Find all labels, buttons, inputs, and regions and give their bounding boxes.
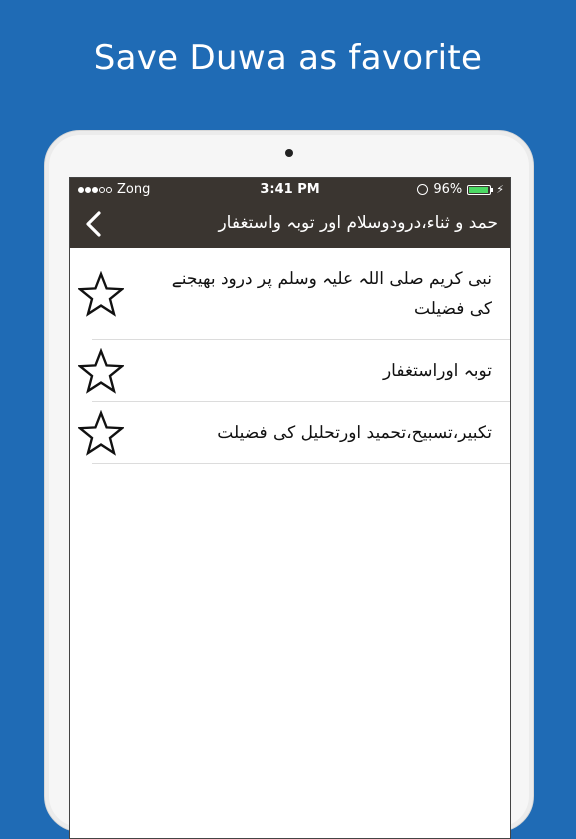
duwa-list: نبی کریم صلی اللہ علیہ وسلم پر درود بھیج… <box>70 248 510 464</box>
status-right: 96% ⚡ <box>417 182 504 197</box>
battery-percent: 96% <box>433 182 463 197</box>
list-item[interactable]: توبہ اوراستغفار <box>70 340 510 402</box>
row-divider <box>92 463 510 464</box>
camera-dot <box>285 149 293 157</box>
tablet-frame: Zong 3:41 PM 96% ⚡ حمد و ثناء،درودوسلام … <box>44 130 534 839</box>
app-screen: Zong 3:41 PM 96% ⚡ حمد و ثناء،درودوسلام … <box>69 177 511 839</box>
battery-fill <box>469 186 489 193</box>
star-outline-icon[interactable] <box>78 271 124 317</box>
rotation-lock-icon <box>417 184 429 195</box>
star-outline-icon[interactable] <box>78 348 124 394</box>
navigation-bar: حمد و ثناء،درودوسلام اور توبہ واستغفار <box>70 200 510 248</box>
list-item-label: تکبیر،تسبیح،تحمید اورتحلیل کی فضیلت <box>217 423 492 443</box>
status-bar: Zong 3:41 PM 96% ⚡ <box>70 178 510 200</box>
back-button[interactable] <box>76 206 112 242</box>
promo-headline: Save Duwa as favorite <box>93 38 483 78</box>
star-outline-icon[interactable] <box>78 410 124 456</box>
list-item-label: نبی کریم صلی اللہ علیہ وسلم پر درود بھیج… <box>171 269 492 319</box>
charging-bolt-icon: ⚡ <box>496 183 504 196</box>
list-item[interactable]: نبی کریم صلی اللہ علیہ وسلم پر درود بھیج… <box>70 248 510 340</box>
list-item-label: توبہ اوراستغفار <box>382 361 492 381</box>
page-title: حمد و ثناء،درودوسلام اور توبہ واستغفار <box>218 213 498 233</box>
chevron-left-icon <box>86 211 101 237</box>
list-item[interactable]: تکبیر،تسبیح،تحمید اورتحلیل کی فضیلت <box>70 402 510 464</box>
battery-icon <box>467 184 494 195</box>
